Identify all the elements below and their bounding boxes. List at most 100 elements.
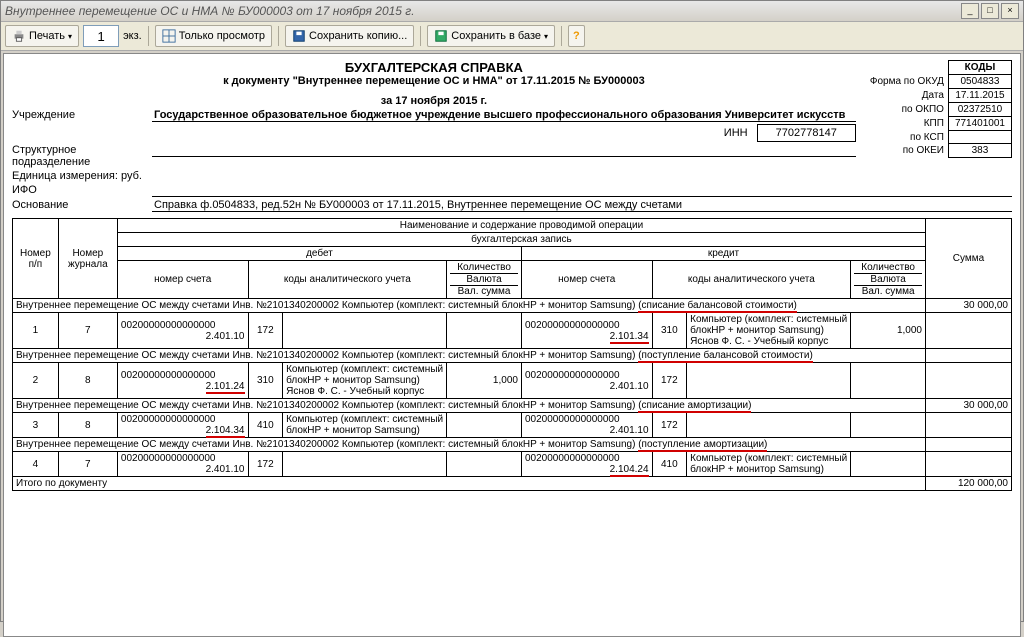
th-d-analytics: коды аналитического учета <box>248 261 447 299</box>
th-d-valsum: Вал. сумма <box>450 285 518 297</box>
cell-d-qty <box>447 313 522 349</box>
okud-label: Форма по ОКУД <box>864 75 949 89</box>
cell-sum <box>926 413 1012 438</box>
grid-icon <box>162 29 176 43</box>
printer-icon <box>12 29 26 43</box>
ifo-value <box>152 184 1012 197</box>
help-icon: ? <box>573 30 580 42</box>
print-button[interactable]: Печать ▾ <box>5 25 79 47</box>
inn-row: ИНН 7702778147 <box>12 124 1012 142</box>
cell-c-code: 172 <box>652 363 687 399</box>
cell-journal: 8 <box>58 413 117 438</box>
kpp-label: КПП <box>864 117 949 131</box>
th-debit: дебет <box>117 247 521 261</box>
cell-d-acc: 00200000000000000 2.101.24 <box>117 363 248 399</box>
save-copy-button[interactable]: Сохранить копию... <box>285 25 414 47</box>
th-entry: бухгалтерская запись <box>117 233 925 247</box>
okei-label: по ОКЕИ <box>864 144 949 158</box>
cell-journal: 7 <box>58 452 117 477</box>
cell-np: 4 <box>13 452 59 477</box>
title-bar: Внутреннее перемещение ОС и НМА № БУ0000… <box>1 1 1023 22</box>
th-c-cur: Валюта <box>854 273 922 285</box>
save-db-button[interactable]: Сохранить в базе ▾ <box>427 25 555 47</box>
copies-suffix: экз. <box>123 30 142 42</box>
preview-button[interactable]: Только просмотр <box>155 25 272 47</box>
app-window: Внутреннее перемещение ОС и НМА № БУ0000… <box>0 0 1024 622</box>
separator <box>420 26 421 46</box>
cell-c-desc <box>687 363 851 399</box>
cell-c-code: 172 <box>652 413 687 438</box>
cell-np: 3 <box>13 413 59 438</box>
cell-c-acc: 00200000000000000 2.101.34 <box>521 313 652 349</box>
unit-label: Единица измерения: руб. <box>12 170 142 182</box>
subdiv-label: Структурное подразделение <box>12 144 152 168</box>
maximize-icon[interactable]: □ <box>981 3 999 19</box>
table-body: Внутреннее перемещение ОС между счетами … <box>13 299 1012 491</box>
cell-d-code: 172 <box>248 313 283 349</box>
basis-row: ОснованиеСправка ф.0504833, ред.52н № БУ… <box>12 199 1012 212</box>
table-head: Номер п/п Номер журнала Наименование и с… <box>13 219 1012 299</box>
minimize-icon[interactable]: _ <box>961 3 979 19</box>
group-sum <box>926 438 1012 452</box>
inn-value: 7702778147 <box>757 124 856 142</box>
cell-c-desc <box>687 413 851 438</box>
cell-d-qty <box>447 452 522 477</box>
toolbar: Печать ▾ экз. Только просмотр Сохранить … <box>1 22 1023 51</box>
cell-d-desc <box>283 452 447 477</box>
floppy-db-icon <box>434 29 448 43</box>
th-opname: Наименование и содержание проводимой опе… <box>117 219 925 233</box>
cell-c-qty <box>851 363 926 399</box>
cell-sum <box>926 452 1012 477</box>
cell-c-code: 410 <box>652 452 687 477</box>
cell-sum <box>926 313 1012 349</box>
close-icon[interactable]: × <box>1001 3 1019 19</box>
cell-c-acc: 00200000000000000 2.104.24 <box>521 452 652 477</box>
preview-label: Только просмотр <box>179 30 265 42</box>
th-d-acct: номер счета <box>117 261 248 299</box>
ifo-row: ИФО <box>12 184 1012 197</box>
ifo-label: ИФО <box>12 184 152 196</box>
cell-c-desc: Компьютер (комплект: системный блокHP + … <box>687 452 851 477</box>
th-credit: кредит <box>521 247 925 261</box>
dropdown-icon: ▾ <box>68 32 72 41</box>
group-sum <box>926 349 1012 363</box>
group-sum: 30 000,00 <box>926 299 1012 313</box>
print-label: Печать <box>29 30 65 42</box>
org-value: Государственное образовательное бюджетно… <box>152 109 856 122</box>
th-c-analytics: коды аналитического учета <box>652 261 851 299</box>
help-button[interactable]: ? <box>568 25 585 47</box>
date-value: 17.11.2015 <box>948 89 1011 103</box>
subdiv-value <box>152 144 856 157</box>
okud-value: 0504833 <box>948 75 1011 89</box>
cell-d-qty: 1,000 <box>447 363 522 399</box>
main-table: Номер п/п Номер журнала Наименование и с… <box>12 218 1012 491</box>
cell-c-qty <box>851 452 926 477</box>
doc-title: БУХГАЛТЕРСКАЯ СПРАВКА <box>12 60 1012 75</box>
cell-np: 1 <box>13 313 59 349</box>
copies-input[interactable] <box>83 25 119 47</box>
cell-d-acc: 00200000000000000 2.401.10 <box>117 452 248 477</box>
th-np: Номер п/п <box>13 219 59 299</box>
footer-total: 120 000,00 <box>926 477 1012 491</box>
group-text: Внутреннее перемещение ОС между счетами … <box>13 349 926 363</box>
dropdown-icon: ▾ <box>544 32 548 41</box>
kpp-value: 771401001 <box>948 117 1011 131</box>
cell-c-code: 310 <box>652 313 687 349</box>
doc-subtitle: к документу "Внутреннее перемещение ОС и… <box>12 75 1012 87</box>
cell-d-desc <box>283 313 447 349</box>
window-title: Внутреннее перемещение ОС и НМА № БУ0000… <box>5 4 959 18</box>
cell-c-acc: 00200000000000000 2.401.10 <box>521 413 652 438</box>
subdiv-row: Структурное подразделение <box>12 144 856 168</box>
cell-journal: 7 <box>58 313 117 349</box>
cell-c-acc: 00200000000000000 2.401.10 <box>521 363 652 399</box>
cell-d-acc: 00200000000000000 2.401.10 <box>117 313 248 349</box>
th-sum: Сумма <box>926 219 1012 299</box>
cell-d-code: 172 <box>248 452 283 477</box>
cell-d-desc: Компьютер (комплект: системный блокHP + … <box>283 413 447 438</box>
cell-c-desc: Компьютер (комплект: системный блокHP + … <box>687 313 851 349</box>
th-c-acct: номер счета <box>521 261 652 299</box>
cell-c-qty: 1,000 <box>851 313 926 349</box>
doc-date-line: за 17 ноября 2015 г. <box>12 95 1012 107</box>
cell-d-acc: 00200000000000000 2.104.34 <box>117 413 248 438</box>
group-text: Внутреннее перемещение ОС между счетами … <box>13 299 926 313</box>
